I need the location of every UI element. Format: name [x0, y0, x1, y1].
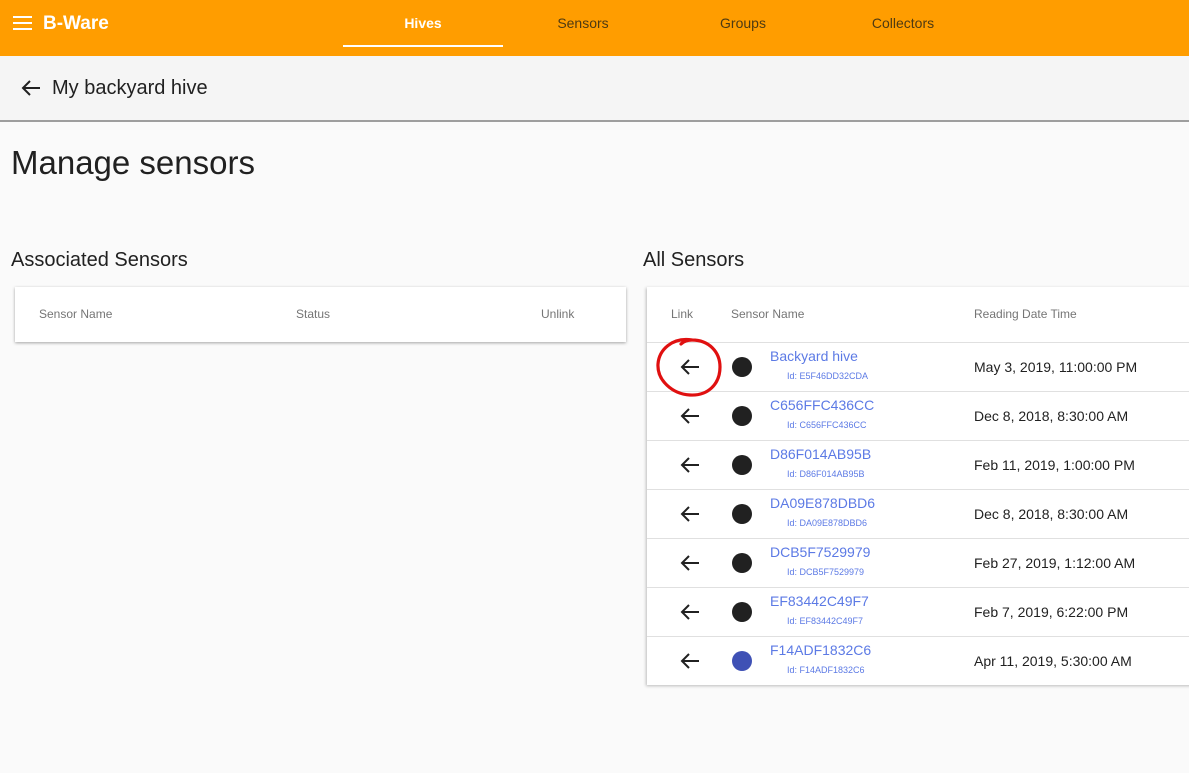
reading-date-time: Feb 7, 2019, 6:22:00 PM — [974, 604, 1129, 620]
sub-header: My backyard hive — [0, 56, 1189, 122]
sensor-id: Id: F14ADF1832C6 — [787, 665, 865, 675]
sensor-name-link[interactable]: DCB5F7529979 — [770, 544, 870, 560]
back-arrow-icon[interactable] — [20, 78, 42, 98]
sensor-name-link[interactable]: C656FFC436CC — [770, 397, 874, 413]
all-sensors-title: All Sensors — [643, 249, 745, 271]
link-arrow-icon[interactable] — [679, 602, 701, 622]
status-dot — [732, 406, 752, 426]
tab-sensors[interactable]: Sensors — [503, 0, 663, 48]
status-dot — [732, 553, 752, 573]
status-dot — [732, 504, 752, 524]
reading-date-time: Dec 8, 2018, 8:30:00 AM — [974, 408, 1129, 424]
app-brand[interactable]: B-Ware — [43, 13, 109, 35]
link-arrow-icon[interactable] — [679, 406, 701, 426]
reading-date-time: Dec 8, 2018, 8:30:00 AM — [974, 506, 1129, 522]
sensor-name-link[interactable]: DA09E878DBD6 — [770, 495, 875, 511]
link-arrow-icon[interactable] — [679, 455, 701, 475]
app-bar: B-Ware Hives Sensors Groups Collectors — [0, 0, 1189, 56]
hive-title: My backyard hive — [52, 77, 208, 99]
sensor-id: Id: E5F46DD32CDA — [787, 371, 869, 381]
column-header-link[interactable]: Link — [671, 307, 693, 321]
reading-date-time: Feb 11, 2019, 1:00:00 PM — [974, 457, 1135, 473]
tab-groups[interactable]: Groups — [663, 0, 823, 48]
status-dot — [732, 357, 752, 377]
sensor-id: Id: D86F014AB95B — [787, 469, 865, 479]
link-arrow-icon[interactable] — [679, 504, 701, 524]
table-row: EF83442C49F7 Id: EF83442C49F7 Feb 7, 2019,… — [647, 587, 1189, 636]
sensor-name-link[interactable]: Backyard hive — [770, 348, 858, 364]
link-arrow-icon[interactable] — [679, 357, 701, 377]
status-dot — [732, 602, 752, 622]
sensor-id: Id: DA09E878DBD6 — [787, 518, 868, 528]
column-header-unlink[interactable]: Unlink — [541, 307, 574, 321]
sensor-name-link[interactable]: D86F014AB95B — [770, 446, 871, 462]
status-dot — [732, 455, 752, 475]
column-header-reading-date-time[interactable]: Reading Date Time — [974, 307, 1077, 321]
tab-hives[interactable]: Hives — [343, 0, 503, 48]
page-title: Manage sensors — [11, 144, 255, 181]
sensor-name-link[interactable]: F14ADF1832C6 — [770, 642, 871, 658]
column-header-sensor-name[interactable]: Sensor Name — [39, 307, 112, 321]
associated-sensors-title: Associated Sensors — [11, 249, 188, 271]
link-arrow-icon[interactable] — [679, 553, 701, 573]
column-header-sensor-name[interactable]: Sensor Name — [731, 307, 804, 321]
table-row: C656FFC436CC Id: C656FFC436CC Dec 8, 2018,… — [647, 391, 1189, 440]
active-tab-indicator — [343, 45, 503, 47]
reading-date-time: Apr 11, 2019, 5:30:00 AM — [974, 653, 1132, 669]
sensor-id: Id: C656FFC436CC — [787, 420, 867, 430]
sensor-name-link[interactable]: EF83442C49F7 — [770, 593, 869, 609]
table-row: Backyard hive Id: E5F46DD32CDA May 3, 2019… — [647, 342, 1189, 391]
associated-sensors-table: Sensor Name Status Unlink — [15, 287, 626, 342]
status-dot — [732, 651, 752, 671]
table-row: DCB5F7529979 Id: DCB5F7529979 Feb 27, 2019… — [647, 538, 1189, 587]
tab-collectors[interactable]: Collectors — [823, 0, 983, 48]
menu-icon[interactable] — [13, 16, 33, 32]
reading-date-time: Feb 27, 2019, 1:12:00 AM — [974, 555, 1136, 571]
column-header-status[interactable]: Status — [296, 307, 330, 321]
table-row: D86F014AB95B Id: D86F014AB95B Feb 11, 2019… — [647, 440, 1189, 489]
link-arrow-icon[interactable] — [679, 651, 701, 671]
sensor-id: Id: DCB5F7529979 — [787, 567, 865, 577]
table-row: F14ADF1832C6 Id: F14ADF1832C6 Apr 11, 2019… — [647, 636, 1189, 685]
table-row: DA09E878DBD6 Id: DA09E878DBD6 Dec 8, 2018,… — [647, 489, 1189, 538]
all-sensors-table: Link Sensor Name Reading Date Time Backy… — [647, 287, 1189, 685]
sensor-id: Id: EF83442C49F7 — [787, 616, 864, 626]
reading-date-time: May 3, 2019, 11:00:00 PM — [974, 359, 1138, 375]
